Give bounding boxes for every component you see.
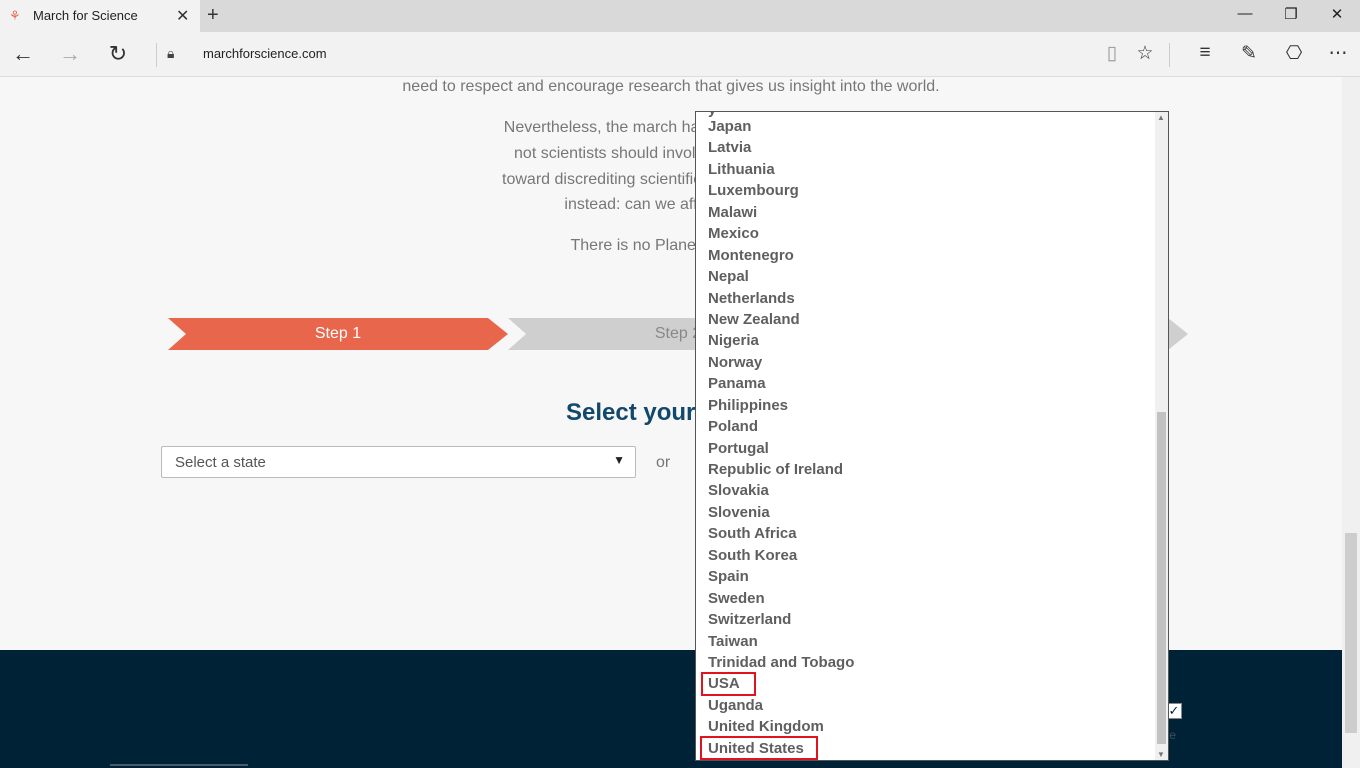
or-label: or — [656, 454, 671, 471]
tab-title: March for Science — [33, 8, 138, 23]
dropdown-scrollbar-thumb[interactable] — [1157, 412, 1166, 744]
country-option[interactable]: Netherlands — [708, 288, 854, 309]
dropdown-arrow-icon: ▼ — [613, 453, 625, 467]
scroll-down-icon[interactable]: ▼ — [1157, 750, 1165, 759]
country-option[interactable]: Malawi — [708, 202, 854, 223]
address-bar: ← → ↻ 🔒︎ marchforscience.com ▯ ☆ ≡ ✎ ⎔ ⋯ — [0, 32, 1360, 77]
country-option[interactable]: Republic of Ireland — [708, 459, 854, 480]
country-option[interactable]: Switzerland — [708, 609, 854, 630]
tab-bar: ⚘ March for Science ✕ + — ❐ ✕ — [0, 0, 1360, 32]
country-option[interactable]: Nepal — [708, 266, 854, 287]
country-option[interactable]: Slovenia — [708, 502, 854, 523]
favorite-star-icon[interactable]: ☆ — [1132, 42, 1158, 65]
country-option[interactable]: South Korea — [708, 545, 854, 566]
country-dropdown-list[interactable]: y JapanLatviaLithuaniaLuxembourgMalawiMe… — [695, 111, 1169, 761]
url-field[interactable]: marchforscience.com — [203, 46, 327, 61]
country-option[interactable]: Montenegro — [708, 245, 854, 266]
country-option[interactable]: Latvia — [708, 137, 854, 158]
state-select[interactable]: Select a state ▼ — [161, 446, 636, 478]
country-options: Japan Latvia Lithuania Luxembourg Malawi Mexi… — [708, 116, 854, 759]
country-option[interactable]: Poland — [708, 416, 854, 437]
country-option[interactable]: Slovakia — [708, 480, 854, 501]
country-option[interactable]: Nigeria — [708, 330, 854, 351]
reading-view-icon[interactable]: ▯ — [1099, 42, 1125, 65]
web-note-icon[interactable]: ✎ — [1236, 42, 1262, 65]
hub-icon[interactable]: ≡ — [1192, 42, 1218, 64]
divider — [1169, 43, 1170, 67]
country-option[interactable]: Panama — [708, 373, 854, 394]
restore-icon[interactable]: ❐ — [1281, 5, 1301, 23]
country-option[interactable]: New Zealand — [708, 309, 854, 330]
page-scrollbar-thumb[interactable] — [1345, 533, 1357, 733]
dropdown-scrollbar[interactable]: ▲ ▼ — [1155, 112, 1168, 760]
browser-tab[interactable]: ⚘ March for Science ✕ — [0, 0, 200, 32]
lock-icon: 🔒︎ — [167, 45, 175, 61]
country-option[interactable]: Taiwan — [708, 631, 854, 652]
back-icon[interactable]: ← — [10, 41, 36, 67]
intro-paragraph: need to respect and encourage research t… — [402, 78, 940, 95]
highlight-box-usa — [701, 672, 756, 696]
country-option[interactable]: Mexico — [708, 223, 854, 244]
close-tab-icon[interactable]: ✕ — [176, 6, 189, 26]
highlight-box-united-states — [700, 736, 818, 760]
step-1-indicator: Step 1 — [168, 318, 508, 350]
country-option[interactable]: Lithuania — [708, 159, 854, 180]
country-option[interactable]: United Kingdom — [708, 716, 854, 737]
country-option[interactable]: Norway — [708, 352, 854, 373]
footer-divider — [110, 764, 248, 766]
country-option[interactable]: Japan — [708, 116, 854, 137]
country-option[interactable]: Portugal — [708, 438, 854, 459]
country-option[interactable]: Trinidad and Tobago — [708, 652, 854, 673]
country-option[interactable]: Spain — [708, 566, 854, 587]
country-option[interactable]: Philippines — [708, 395, 854, 416]
country-option[interactable]: Luxembourg — [708, 180, 854, 201]
minimize-icon[interactable]: — — [1235, 5, 1255, 22]
more-icon[interactable]: ⋯ — [1325, 42, 1351, 65]
forward-icon[interactable]: → — [57, 41, 83, 67]
window-close-icon[interactable]: ✕ — [1327, 5, 1347, 23]
march-logo-icon: ⚘ — [9, 8, 21, 23]
divider — [156, 43, 157, 67]
share-icon[interactable]: ⎔ — [1281, 42, 1307, 65]
refresh-icon[interactable]: ↻ — [105, 41, 131, 67]
new-tab-icon[interactable]: + — [207, 4, 219, 27]
country-option[interactable]: South Africa — [708, 523, 854, 544]
country-option[interactable]: Sweden — [708, 588, 854, 609]
state-select-value: Select a state — [175, 454, 266, 471]
country-option[interactable]: Uganda — [708, 695, 854, 716]
scroll-up-icon[interactable]: ▲ — [1157, 113, 1165, 122]
page-scrollbar[interactable] — [1342, 77, 1360, 768]
select-heading: Select your — [566, 399, 696, 426]
